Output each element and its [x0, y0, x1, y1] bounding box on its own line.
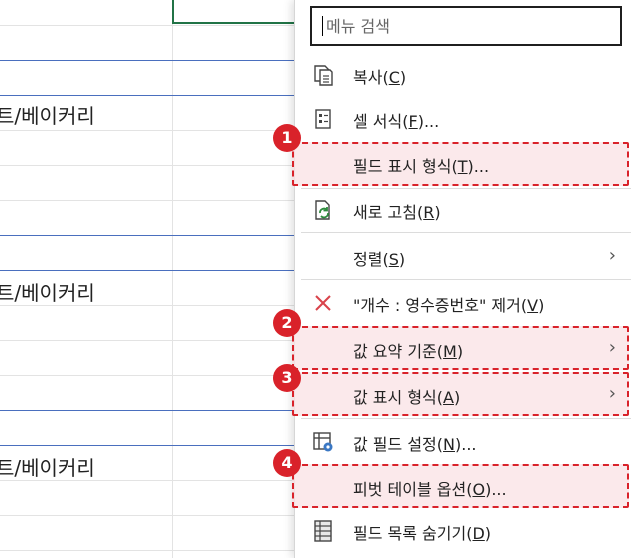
- cell-category[interactable]: 트/베이커리: [0, 277, 95, 306]
- chevron-right-icon: ›: [608, 337, 616, 358]
- menu-label: 복사: [353, 68, 383, 87]
- menu-item-summarize-values-by[interactable]: 값 요약 기준(M) ›: [295, 331, 635, 367]
- menu-suffix: ...: [491, 480, 507, 499]
- menu-item-format-cells[interactable]: 셀 서식(F)...: [295, 101, 635, 137]
- accelerator-key: D: [472, 524, 485, 543]
- menu-search-box[interactable]: [310, 6, 622, 46]
- menu-item-hide-field-list[interactable]: 필드 목록 숨기기(D): [295, 513, 635, 549]
- menu-separator: [301, 279, 631, 280]
- row-divider: [0, 515, 300, 516]
- row-divider: [0, 550, 300, 551]
- row-divider: [0, 200, 300, 201]
- remove-x-icon: [315, 295, 331, 311]
- menu-search-input[interactable]: [326, 14, 606, 38]
- field-list-icon: [314, 520, 332, 542]
- field-settings-icon: [313, 432, 333, 452]
- accelerator-key: F: [408, 112, 418, 131]
- row-divider: [0, 375, 300, 376]
- row-divider: [0, 235, 300, 236]
- cell-category[interactable]: 트/베이커리: [0, 452, 95, 481]
- accelerator-key: A: [443, 388, 454, 407]
- accelerator-key: N: [443, 435, 455, 454]
- menu-item-show-values-as[interactable]: 값 표시 형식(A) ›: [295, 377, 635, 413]
- annotation-badge-1: 1: [273, 124, 301, 152]
- spreadsheet-grid[interactable]: 트/베이커리 트/베이커리 트/베이커리: [0, 0, 300, 558]
- accelerator-key: O: [472, 480, 486, 499]
- accelerator-key: T: [457, 157, 468, 176]
- annotation-badge-3: 3: [273, 364, 301, 392]
- menu-item-refresh[interactable]: 새로 고침(R): [295, 192, 635, 228]
- menu-separator: [301, 232, 631, 233]
- menu-label: 피벗 테이블 옵션: [353, 480, 467, 499]
- menu-label: 값 요약 기준: [353, 342, 437, 361]
- context-menu: 복사(C) 셀 서식(F)... 필드 표시 형식(T)... 새로 고침(R)…: [292, 0, 635, 558]
- column-divider: [172, 0, 173, 558]
- menu-item-field-number-format[interactable]: 필드 표시 형식(T)...: [295, 146, 635, 182]
- menu-suffix: ...: [473, 157, 490, 176]
- row-divider: [0, 165, 300, 166]
- menu-label: 셀 서식: [353, 112, 403, 131]
- row-divider: [0, 270, 300, 271]
- row-divider: [0, 410, 300, 411]
- menu-label: 새로 고침: [353, 203, 417, 222]
- row-divider: [0, 340, 300, 341]
- row-divider: [0, 25, 300, 26]
- menu-label: 값 표시 형식: [353, 388, 437, 407]
- menu-separator: [301, 188, 631, 189]
- row-divider: [0, 130, 300, 131]
- row-divider: [0, 60, 300, 61]
- menu-item-copy[interactable]: 복사(C): [295, 57, 635, 93]
- copy-icon: [314, 65, 333, 86]
- menu-suffix: ...: [423, 112, 440, 131]
- menu-separator: [301, 418, 631, 419]
- menu-item-pivottable-options[interactable]: 피벗 테이블 옵션(O)...: [295, 469, 635, 505]
- menu-label: 값 필드 설정: [353, 435, 437, 454]
- menu-label: "개수 : 영수증번호" 제거: [353, 296, 521, 315]
- annotation-badge-2: 2: [273, 309, 301, 337]
- menu-label: 필드 목록 숨기기: [353, 524, 467, 543]
- row-divider: [0, 445, 300, 446]
- menu-item-sort[interactable]: 정렬(S) ›: [295, 239, 635, 275]
- selected-cell-border: [172, 0, 300, 24]
- chevron-right-icon: ›: [608, 245, 616, 266]
- text-cursor: [322, 16, 323, 36]
- annotation-badge-4: 4: [273, 449, 301, 477]
- refresh-icon: [315, 200, 330, 220]
- row-divider: [0, 95, 300, 96]
- cell-category[interactable]: 트/베이커리: [0, 100, 95, 129]
- accelerator-key: C: [388, 68, 400, 87]
- accelerator-key: M: [443, 342, 457, 361]
- menu-label: 필드 표시 형식: [353, 157, 452, 176]
- accelerator-key: V: [527, 296, 539, 315]
- menu-label: 정렬: [353, 250, 383, 269]
- accelerator-key: S: [388, 250, 399, 269]
- chevron-right-icon: ›: [608, 383, 616, 404]
- menu-suffix: ...: [461, 435, 477, 454]
- menu-item-remove-field[interactable]: "개수 : 영수증번호" 제거(V): [295, 285, 635, 321]
- menu-item-value-field-settings[interactable]: 값 필드 설정(N)...: [295, 424, 635, 460]
- format-cells-icon: [315, 109, 331, 129]
- accelerator-key: R: [423, 203, 435, 222]
